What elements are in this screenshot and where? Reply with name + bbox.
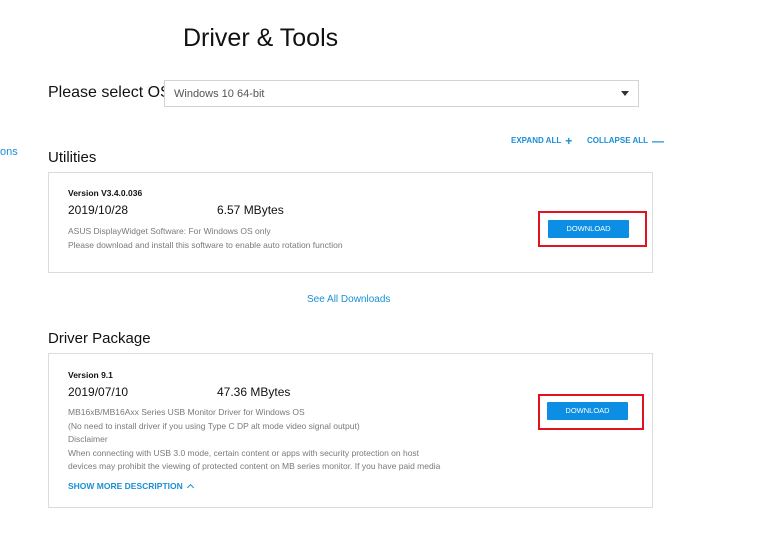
download-button[interactable]: DOWNLOAD — [548, 220, 629, 238]
show-more-label: SHOW MORE DESCRIPTION — [68, 481, 183, 491]
file-size: 6.57 MBytes — [217, 203, 284, 217]
caret-down-icon — [621, 91, 629, 96]
download-card-driver: Version 9.1 2019/07/10 47.36 MBytes MB16… — [48, 353, 653, 508]
file-size: 47.36 MBytes — [217, 385, 291, 399]
os-label: Please select OS — [48, 84, 171, 101]
release-date: 2019/10/28 — [68, 203, 129, 217]
description: MB16xB/MB16Axx Series USB Monitor Driver… — [68, 406, 508, 474]
description-line: (No need to install driver if you using … — [68, 420, 360, 431]
description-line: devices may prohibit the viewing of prot… — [68, 461, 441, 471]
version-label: Version 9.1 — [68, 370, 113, 380]
download-card-utility: Version V3.4.0.036 2019/10/28 6.57 MByte… — [48, 172, 653, 273]
description-line: Disclaimer — [68, 434, 108, 444]
show-more-description-button[interactable]: SHOW MORE DESCRIPTION — [68, 481, 194, 492]
collapse-all-button[interactable]: COLLAPSE ALL — — [587, 133, 665, 148]
os-select[interactable]: Windows 10 64-bit — [164, 80, 639, 107]
chevron-up-icon — [186, 483, 194, 492]
release-date: 2019/07/10 — [68, 385, 129, 399]
plus-icon: + — [565, 133, 573, 148]
download-button[interactable]: DOWNLOAD — [547, 402, 628, 420]
collapse-all-label: COLLAPSE ALL — [587, 136, 649, 145]
section-title-utilities: Utilities — [48, 149, 97, 166]
expand-all-label: EXPAND ALL — [511, 136, 562, 145]
section-title-driver-package: Driver Package — [48, 330, 151, 347]
description-line: MB16xB/MB16Axx Series USB Monitor Driver… — [68, 407, 305, 417]
expand-all-button[interactable]: EXPAND ALL + — [511, 133, 573, 148]
version-label: Version V3.4.0.036 — [68, 188, 143, 198]
see-all-downloads-link[interactable]: See All Downloads — [307, 294, 390, 305]
left-nav-partial-link[interactable]: ons — [0, 146, 18, 158]
description: ASUS DisplayWidget Software: For Windows… — [68, 225, 508, 252]
minus-icon: — — [652, 133, 665, 148]
description-line: ASUS DisplayWidget Software: For Windows… — [68, 226, 271, 236]
page-title: Driver & Tools — [183, 24, 339, 52]
description-line: Please download and install this softwar… — [68, 239, 343, 250]
os-select-value: Windows 10 64-bit — [174, 88, 265, 100]
description-line: When connecting with USB 3.0 mode, certa… — [68, 447, 420, 458]
